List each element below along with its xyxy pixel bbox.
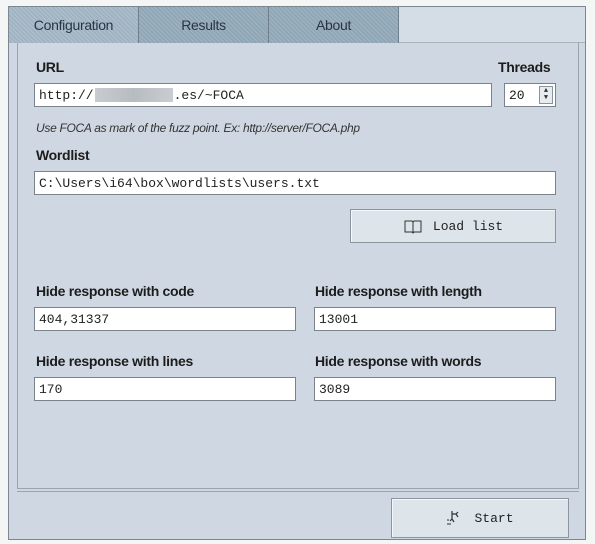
hide-code-label: Hide response with code [36,283,195,299]
app-window: Configuration Results About URL Threads … [8,6,586,540]
threads-stepper[interactable]: 20 ▲ ▼ [504,83,556,107]
book-icon [403,218,423,234]
configuration-panel: URL Threads http:// .es/~FOCA 20 ▲ ▼ Use… [17,43,579,489]
tab-configuration[interactable]: Configuration [9,7,139,43]
threads-value: 20 [509,87,525,103]
hide-length-input[interactable]: 13001 [314,307,556,331]
url-label: URL [36,59,64,75]
start-label: Start [474,510,514,526]
url-value-prefix: http:// [39,87,94,103]
start-button[interactable]: Start [391,498,569,538]
stepper-down-icon[interactable]: ▼ [544,95,548,102]
footer-bar: Start [17,491,579,538]
hide-words-value: 3089 [319,381,351,397]
url-hint: Use FOCA as mark of the fuzz point. Ex: … [36,121,360,135]
tab-results[interactable]: Results [139,7,269,43]
hide-length-value: 13001 [319,311,359,327]
tab-about[interactable]: About [269,7,399,43]
hide-lines-input[interactable]: 170 [34,377,296,401]
hide-lines-value: 170 [39,381,63,397]
stepper-arrows-icon[interactable]: ▲ ▼ [539,86,553,104]
wordlist-label: Wordlist [36,147,90,163]
url-value-suffix: .es/~FOCA [173,87,244,103]
load-list-button[interactable]: Load list [350,209,556,243]
url-input[interactable]: http:// .es/~FOCA [34,83,492,107]
hide-words-input[interactable]: 3089 [314,377,556,401]
hide-lines-label: Hide response with lines [36,353,193,369]
run-icon [446,509,464,527]
threads-label: Threads [498,59,551,75]
hide-code-value: 404,31337 [39,311,110,327]
redacted-host [94,88,173,102]
hide-length-label: Hide response with length [315,283,482,299]
wordlist-input[interactable]: C:\Users\i64\box\wordlists\users.txt [34,171,556,195]
wordlist-value: C:\Users\i64\box\wordlists\users.txt [39,175,320,191]
tab-bar-fill [399,7,585,43]
hide-words-label: Hide response with words [315,353,482,369]
load-list-label: Load list [432,218,504,234]
hide-code-input[interactable]: 404,31337 [34,307,296,331]
tab-bar: Configuration Results About [9,7,585,43]
